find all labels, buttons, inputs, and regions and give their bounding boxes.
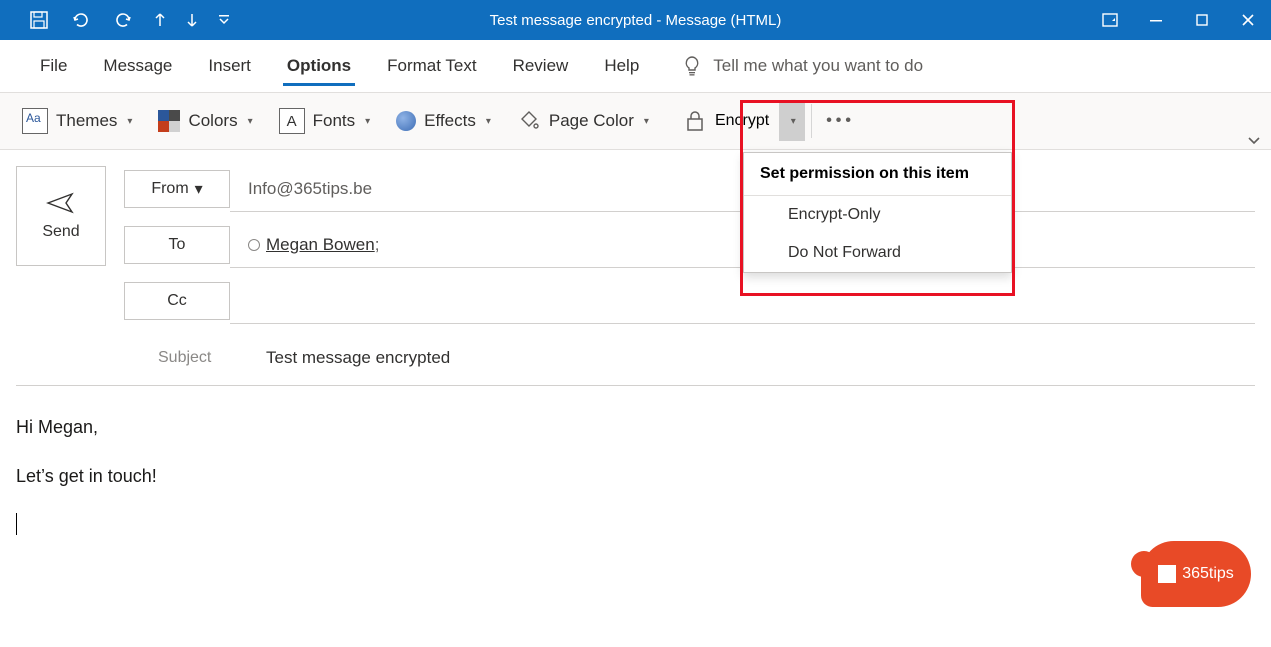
previous-item-button[interactable]: [144, 0, 176, 40]
from-button[interactable]: From ▾: [124, 170, 230, 208]
encrypt-button[interactable]: Encrypt: [675, 101, 779, 141]
menu-item-encrypt-only[interactable]: Encrypt-Only: [744, 196, 1011, 234]
tab-insert[interactable]: Insert: [190, 40, 269, 92]
chevron-down-icon: ▾: [365, 116, 370, 127]
page-color-button[interactable]: Page Color ▾: [509, 101, 657, 141]
maximize-button[interactable]: [1179, 0, 1225, 40]
chevron-down-icon: ▾: [644, 116, 649, 127]
page-color-icon: [517, 109, 541, 133]
effects-button[interactable]: Effects ▾: [388, 101, 499, 141]
fonts-label: Fonts: [313, 111, 356, 131]
colors-icon: [158, 110, 180, 132]
chevron-down-icon: ▾: [486, 116, 491, 127]
tell-me-search[interactable]: Tell me what you want to do: [683, 55, 923, 77]
lightbulb-icon: [683, 55, 701, 77]
tell-me-label: Tell me what you want to do: [713, 56, 923, 76]
to-row: To Megan Bowen;: [124, 222, 1255, 268]
tab-file[interactable]: File: [22, 40, 85, 92]
tab-format-text[interactable]: Format Text: [369, 40, 494, 92]
to-button[interactable]: To: [124, 226, 230, 264]
lock-icon: [685, 110, 705, 132]
close-button[interactable]: [1225, 0, 1271, 40]
subject-label: Subject: [124, 349, 248, 367]
watermark-logo: 365tips: [1141, 541, 1251, 607]
collapse-ribbon-button[interactable]: [1247, 135, 1261, 145]
send-icon: [46, 191, 76, 215]
effects-label: Effects: [424, 111, 476, 131]
chevron-down-icon: ▾: [127, 116, 132, 127]
cc-field[interactable]: [230, 278, 1255, 324]
body-line: Let’s get in touch!: [16, 463, 1255, 490]
encrypt-group: Encrypt ▾ •••: [675, 101, 863, 141]
ribbon-display-options-button[interactable]: [1087, 0, 1133, 40]
watermark-text: 365tips: [1182, 565, 1234, 583]
subject-field[interactable]: Test message encrypted: [248, 348, 1255, 368]
colors-button[interactable]: Colors ▾: [150, 101, 260, 141]
chevron-down-icon: ▾: [791, 116, 796, 127]
effects-icon: [396, 111, 416, 131]
tab-help[interactable]: Help: [586, 40, 657, 92]
themes-icon: [22, 108, 48, 134]
from-row: From ▾ Info@365tips.be: [124, 166, 1255, 212]
colors-label: Colors: [188, 111, 237, 131]
from-label: From: [151, 180, 188, 198]
encrypt-dropdown-menu: Set permission on this item Encrypt-Only…: [743, 152, 1012, 273]
office-icon: [1158, 565, 1176, 583]
chevron-down-icon: ▾: [248, 116, 253, 127]
themes-button[interactable]: Themes ▾: [14, 101, 140, 141]
themes-label: Themes: [56, 111, 117, 131]
fonts-button[interactable]: A Fonts ▾: [271, 101, 379, 141]
more-commands-button[interactable]: •••: [818, 101, 863, 141]
save-button[interactable]: [18, 0, 60, 40]
ribbon-options: Themes ▾ Colors ▾ A Fonts ▾ Effects ▾ Pa…: [0, 92, 1271, 150]
tab-review[interactable]: Review: [495, 40, 587, 92]
cc-button[interactable]: Cc: [124, 282, 230, 320]
fonts-icon: A: [279, 108, 305, 134]
recipient-chip[interactable]: Megan Bowen: [266, 235, 375, 255]
cc-label: Cc: [167, 292, 187, 310]
dropdown-header: Set permission on this item: [744, 153, 1011, 196]
presence-indicator: [248, 239, 260, 251]
ribbon-divider: [811, 104, 812, 138]
ribbon-tabs: File Message Insert Options Format Text …: [0, 40, 1271, 92]
window-controls: [1087, 0, 1271, 40]
tab-options[interactable]: Options: [269, 40, 369, 92]
to-label: To: [169, 236, 186, 254]
message-body[interactable]: Hi Megan, Let’s get in touch!: [16, 386, 1255, 539]
minimize-button[interactable]: [1133, 0, 1179, 40]
send-button[interactable]: Send: [16, 166, 106, 266]
encrypt-dropdown-button[interactable]: ▾: [779, 101, 805, 141]
menu-item-do-not-forward[interactable]: Do Not Forward: [744, 234, 1011, 272]
quick-access-toolbar: [0, 0, 240, 40]
next-item-button[interactable]: [176, 0, 208, 40]
page-color-label: Page Color: [549, 111, 634, 131]
redo-button[interactable]: [102, 0, 144, 40]
subject-row: Subject Test message encrypted: [16, 330, 1255, 386]
undo-button[interactable]: [60, 0, 102, 40]
send-label: Send: [42, 223, 79, 241]
tab-message[interactable]: Message: [85, 40, 190, 92]
chevron-down-icon: ▾: [195, 179, 203, 199]
cc-row: Cc: [124, 278, 1255, 324]
ellipsis-icon: •••: [826, 112, 855, 130]
title-bar: Test message encrypted - Message (HTML): [0, 0, 1271, 40]
compose-pane: Send From ▾ Info@365tips.be To Megan Bow…: [0, 150, 1271, 539]
text-cursor: [16, 513, 17, 535]
encrypt-label: Encrypt: [715, 112, 769, 130]
customize-qat-button[interactable]: [208, 0, 240, 40]
body-line: Hi Megan,: [16, 414, 1255, 441]
